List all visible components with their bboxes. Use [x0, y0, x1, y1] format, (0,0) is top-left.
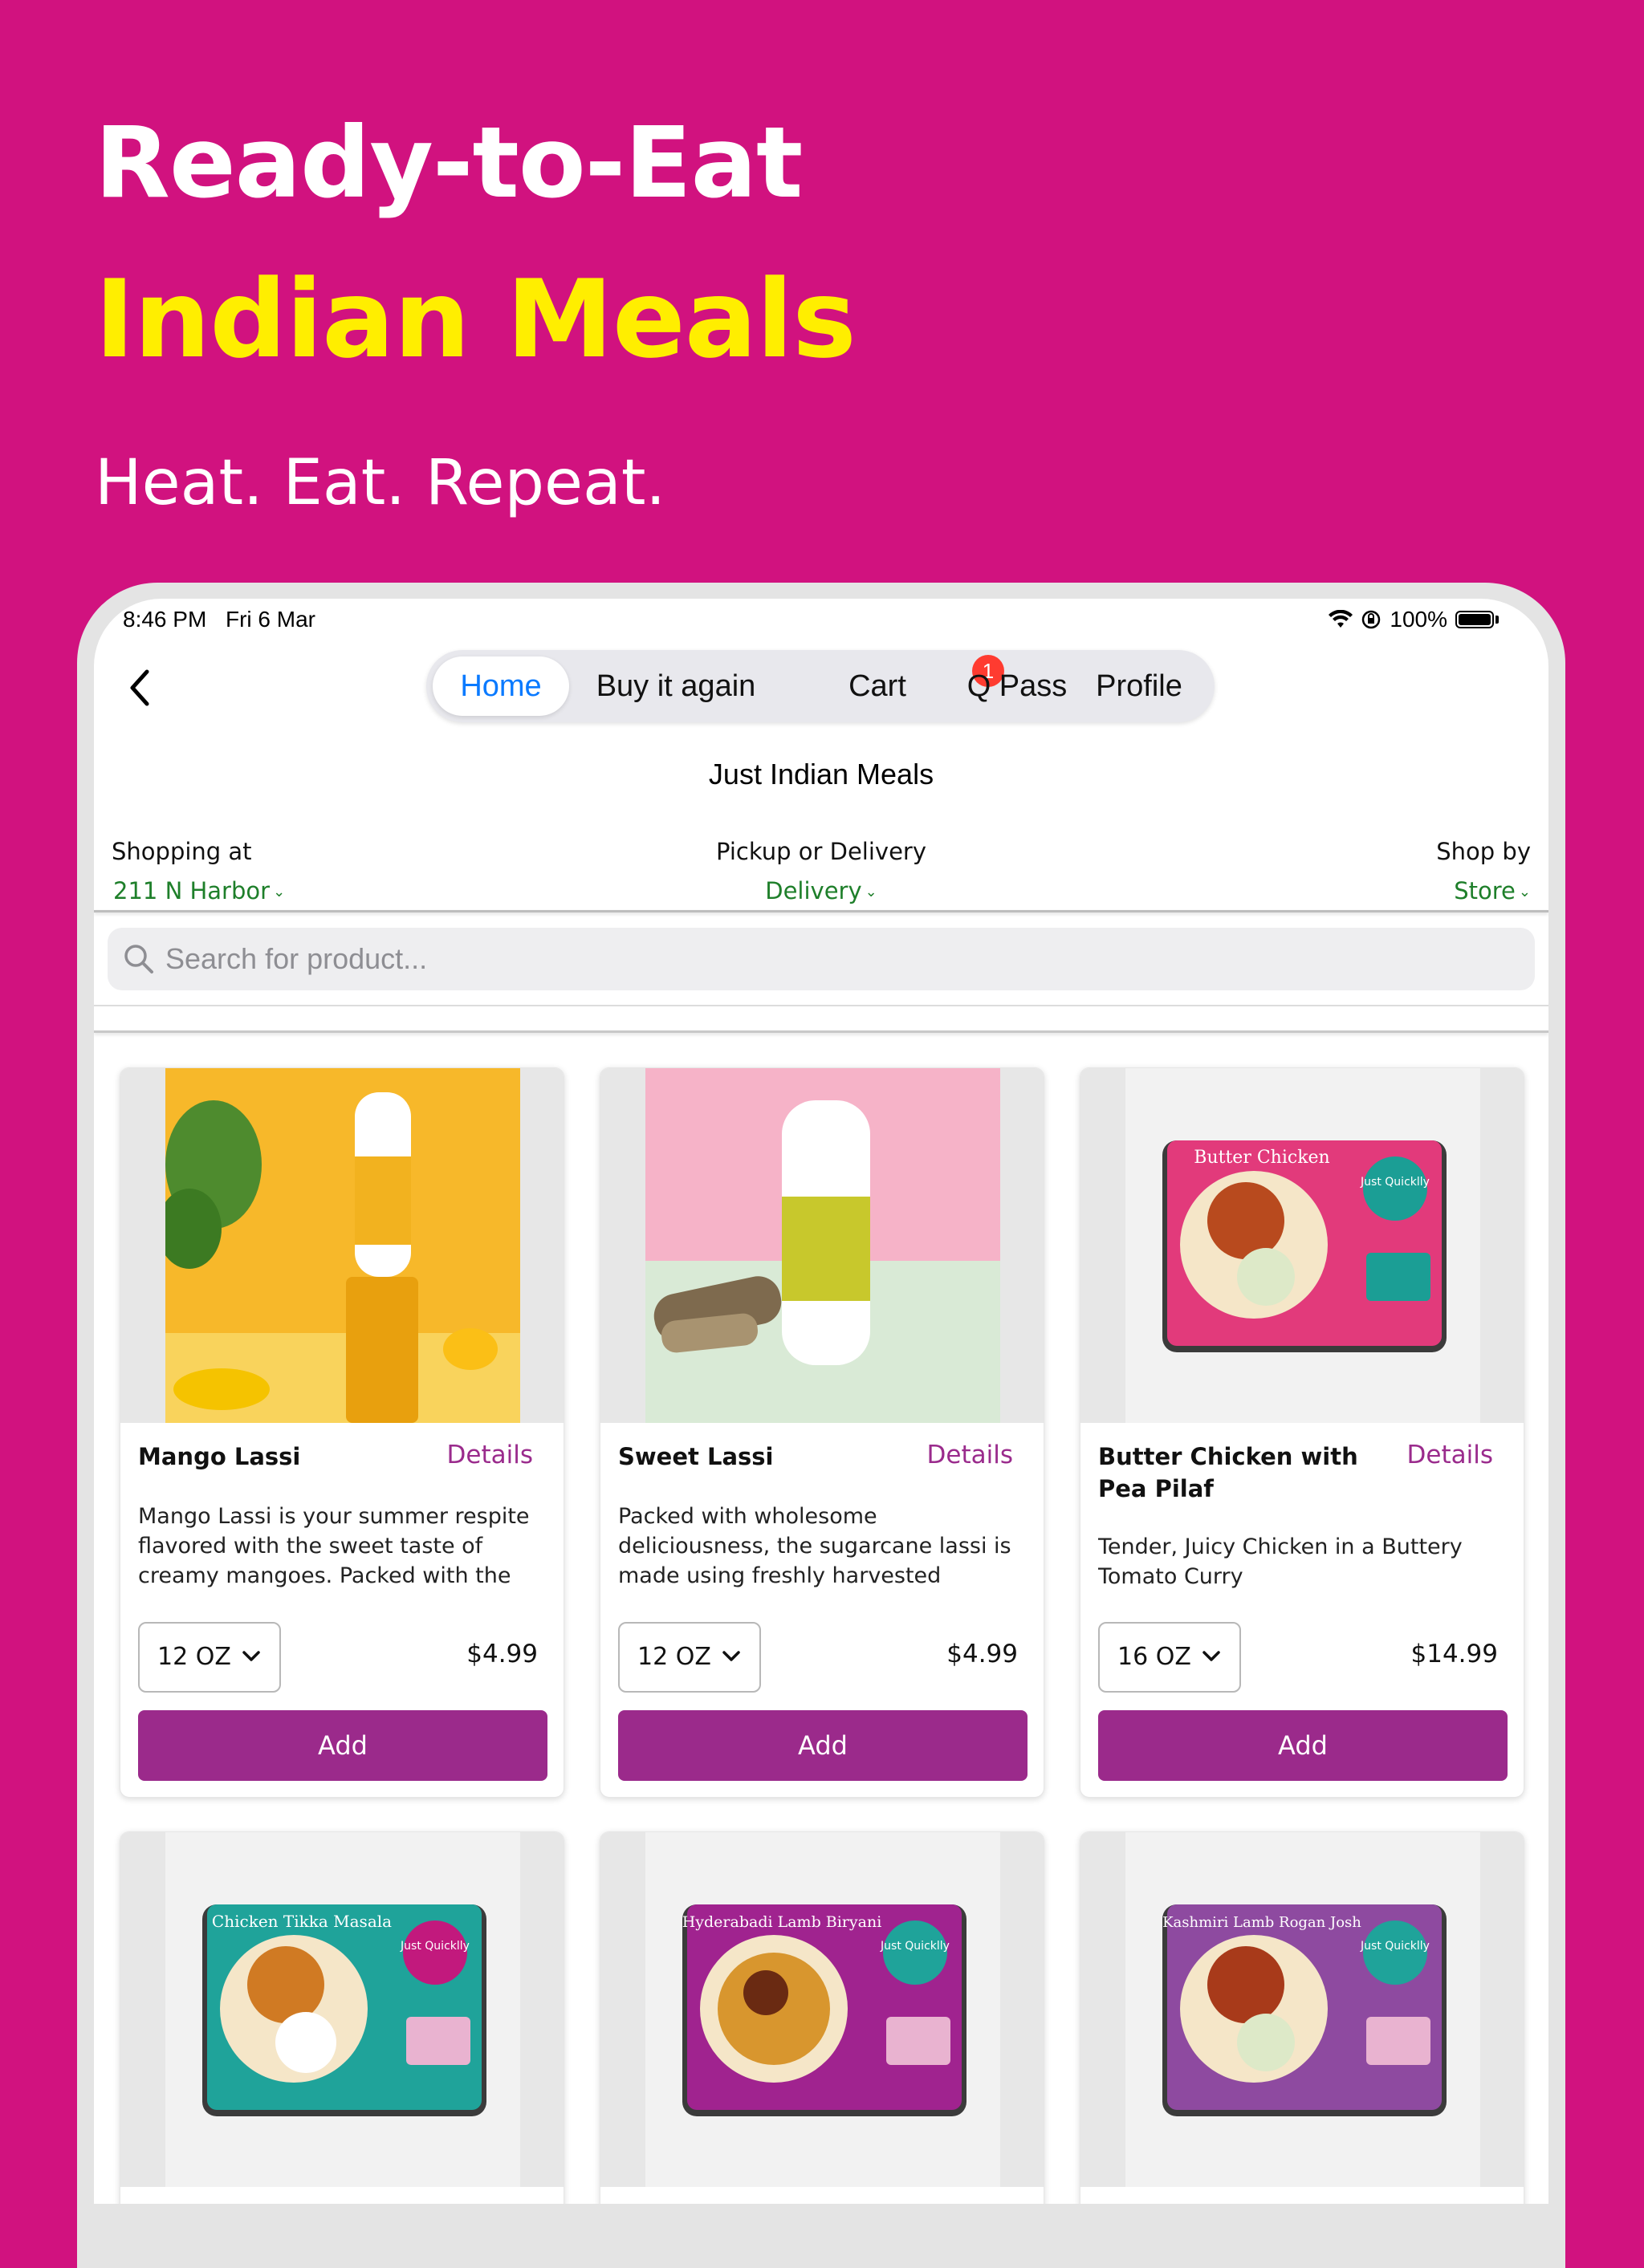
add-to-cart-button[interactable]: Add — [618, 1710, 1028, 1781]
size-dropdown[interactable]: 16 OZ — [1098, 1622, 1241, 1693]
hero-headline: Ready-to-Eat — [95, 106, 803, 220]
chevron-down-icon: ⌄ — [1518, 884, 1531, 900]
add-to-cart-button[interactable]: Add — [138, 1710, 547, 1781]
kashmiri-lamb-rogan-josh-image: Just Quicklly Kashmiri Lamb Rogan Josh — [1125, 1832, 1480, 2187]
product-image-frame: Just Quicklly Kashmiri Lamb Rogan Josh — [1080, 1832, 1524, 2187]
package-brand: Just Quicklly — [880, 1940, 950, 1953]
product-price: $14.99 — [1410, 1640, 1498, 1668]
chevron-down-icon: ⌄ — [865, 884, 877, 900]
shop-by-label: Shop by — [1436, 838, 1531, 865]
product-card-mango-lassi[interactable]: Mango Lassi Details Mango Lassi is your … — [120, 1067, 564, 1798]
tab-profile[interactable]: Profile — [1068, 656, 1210, 716]
size-value: 16 OZ — [1117, 1643, 1191, 1671]
battery-percent: 100% — [1390, 607, 1447, 632]
product-description: Mango Lassi is your summer respite flavo… — [138, 1504, 530, 1588]
details-link[interactable]: Details — [927, 1441, 1013, 1469]
details-link[interactable]: Details — [1407, 1441, 1493, 1469]
battery-tip — [1495, 616, 1499, 624]
status-right: 100% — [1329, 607, 1499, 632]
product-name: Sweet Lassi — [618, 1443, 774, 1470]
fulfillment-selector[interactable]: Delivery ⌄ — [94, 877, 1548, 904]
orientation-lock-icon — [1362, 610, 1381, 629]
package-brand: Just Quicklly — [1360, 1176, 1430, 1189]
product-card-butter-chicken[interactable]: Just Quicklly Butter Chicken Butter Chic… — [1080, 1067, 1524, 1798]
package-brand: Just Quicklly — [400, 1940, 470, 1953]
product-description: Packed with wholesome deliciousness, the… — [618, 1504, 1011, 1588]
segmented-tab-bar: Home Buy it again Cart 1 Q Pass Profile — [426, 650, 1215, 722]
product-description: Tender, Juicy Chicken in a Buttery Tomat… — [1098, 1534, 1463, 1589]
product-image-frame — [120, 1068, 564, 1423]
add-to-cart-button[interactable]: Add — [1098, 1710, 1508, 1781]
hero-highlight-headline: Indian Meals — [95, 257, 857, 382]
fulfillment-label: Pickup or Delivery — [715, 838, 927, 865]
product-card-chicken-tikka-masala[interactable]: Just Quicklly Chicken Tikka Masala — [120, 1831, 564, 2204]
divider — [94, 1030, 1548, 1033]
header-divider — [94, 910, 1548, 912]
product-image-frame: Just Quicklly Hyderabadi Lamb Biryani — [600, 1832, 1044, 2187]
product-price: $4.99 — [946, 1640, 1018, 1668]
size-dropdown[interactable]: 12 OZ — [618, 1622, 761, 1693]
tab-home[interactable]: Home — [433, 656, 569, 716]
sweet-lassi-image — [645, 1068, 1000, 1423]
package-label: Kashmiri Lamb Rogan Josh — [1162, 1914, 1361, 1931]
chevron-left-icon — [130, 669, 149, 706]
package-brand: Just Quicklly — [1360, 1940, 1430, 1953]
search-icon — [124, 945, 153, 973]
size-dropdown[interactable]: 12 OZ — [138, 1622, 281, 1693]
search-bar[interactable]: Search for product... — [108, 928, 1535, 990]
package-label: Chicken Tikka Masala — [212, 1912, 392, 1931]
product-name: Mango Lassi — [138, 1443, 301, 1470]
fulfillment-value: Delivery — [765, 877, 862, 904]
status-date: Fri 6 Mar — [226, 607, 315, 632]
package-label: Butter Chicken — [1194, 1148, 1329, 1168]
hero-tagline: Heat. Eat. Repeat. — [95, 447, 666, 519]
chevron-down-icon — [242, 1651, 260, 1661]
size-value: 12 OZ — [637, 1643, 711, 1671]
product-name: Butter Chicken with Pea Pilaf — [1098, 1443, 1358, 1502]
status-time: 8:46 PM — [123, 607, 207, 632]
back-button[interactable] — [112, 660, 168, 716]
battery-icon — [1455, 611, 1494, 628]
tablet-screen: 8:46 PM Fri 6 Mar 100% Home Buy it again… — [94, 599, 1548, 2204]
product-card-kashmiri-lamb-rogan-josh[interactable]: Just Quicklly Kashmiri Lamb Rogan Josh — [1080, 1831, 1524, 2204]
store-title: Just Indian Meals — [708, 758, 934, 791]
shop-by-selector[interactable]: Store ⌄ — [1454, 877, 1531, 904]
product-price: $4.99 — [466, 1640, 538, 1668]
chevron-down-icon — [722, 1651, 740, 1661]
butter-chicken-image: Just Quicklly Butter Chicken — [1125, 1068, 1480, 1423]
wifi-icon — [1329, 610, 1353, 628]
size-value: 12 OZ — [157, 1643, 231, 1671]
chevron-down-icon — [1202, 1651, 1220, 1661]
tab-buy-it-again[interactable]: Buy it again — [584, 656, 768, 716]
chicken-tikka-masala-image: Just Quicklly Chicken Tikka Masala — [165, 1832, 520, 2187]
product-image-frame: Just Quicklly Chicken Tikka Masala — [120, 1832, 564, 2187]
shop-by-value: Store — [1454, 877, 1516, 904]
product-card-sweet-lassi[interactable]: Sweet Lassi Details Packed with wholesom… — [600, 1067, 1044, 1798]
search-input[interactable]: Search for product... — [165, 942, 427, 976]
details-link[interactable]: Details — [447, 1441, 533, 1469]
divider — [94, 1005, 1548, 1006]
product-image-frame — [600, 1068, 1044, 1423]
product-card-hyderabadi-lamb-biryani[interactable]: Just Quicklly Hyderabadi Lamb Biryani — [600, 1831, 1044, 2204]
hyderabadi-lamb-biryani-image: Just Quicklly Hyderabadi Lamb Biryani — [645, 1832, 1000, 2187]
package-label: Hyderabadi Lamb Biryani — [682, 1913, 882, 1931]
mango-lassi-image — [165, 1068, 520, 1423]
status-bar: 8:46 PM Fri 6 Mar 100% — [94, 599, 1548, 644]
product-image-frame: Just Quicklly Butter Chicken — [1080, 1068, 1524, 1423]
